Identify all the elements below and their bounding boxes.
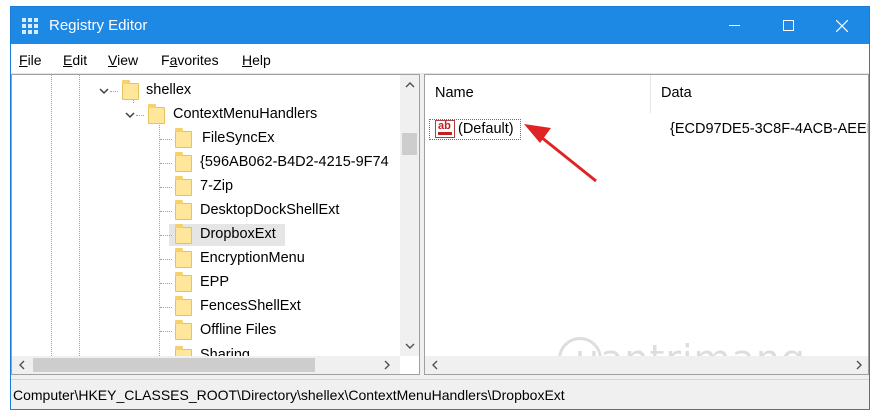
red-arrow-annotation <box>524 124 597 183</box>
